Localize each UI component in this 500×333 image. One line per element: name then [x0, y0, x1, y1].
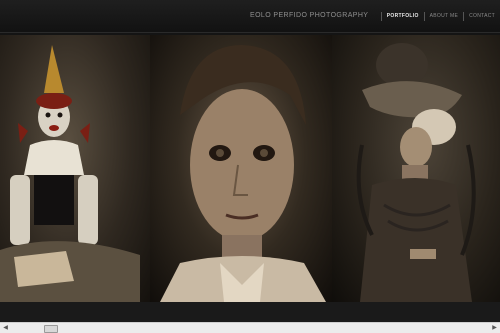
- victorian-figure: [356, 43, 476, 302]
- scroll-right-icon[interactable]: ▶: [490, 324, 499, 332]
- nav-link-contact[interactable]: CONTACT: [469, 13, 495, 19]
- nav-link-portfolio[interactable]: PORTFOLIO: [387, 13, 419, 19]
- nav-divider: [463, 11, 465, 21]
- main-nav: PORTFOLIO ABOUT ME CONTACT: [376, 10, 495, 22]
- nav-divider: [423, 11, 425, 21]
- horizontal-scrollbar[interactable]: ◀ ▶: [0, 322, 500, 333]
- nav-divider: [380, 11, 382, 21]
- footer-area: ◀ ▶: [0, 302, 500, 333]
- portrait-figure: [160, 45, 326, 302]
- photo-gallery: [0, 35, 500, 302]
- gallery-photo-victorian[interactable]: [332, 35, 500, 302]
- site-title[interactable]: EOLO PERFIDO PHOTOGRAPHY: [250, 12, 368, 19]
- nav-link-about[interactable]: ABOUT ME: [430, 13, 458, 19]
- clown-figure: [0, 45, 140, 302]
- top-bar: EOLO PERFIDO PHOTOGRAPHY PORTFOLIO ABOUT…: [0, 0, 500, 33]
- scroll-left-icon[interactable]: ◀: [1, 324, 10, 332]
- gallery-photo-clown[interactable]: [0, 35, 150, 302]
- gallery-photo-portrait[interactable]: [150, 35, 332, 302]
